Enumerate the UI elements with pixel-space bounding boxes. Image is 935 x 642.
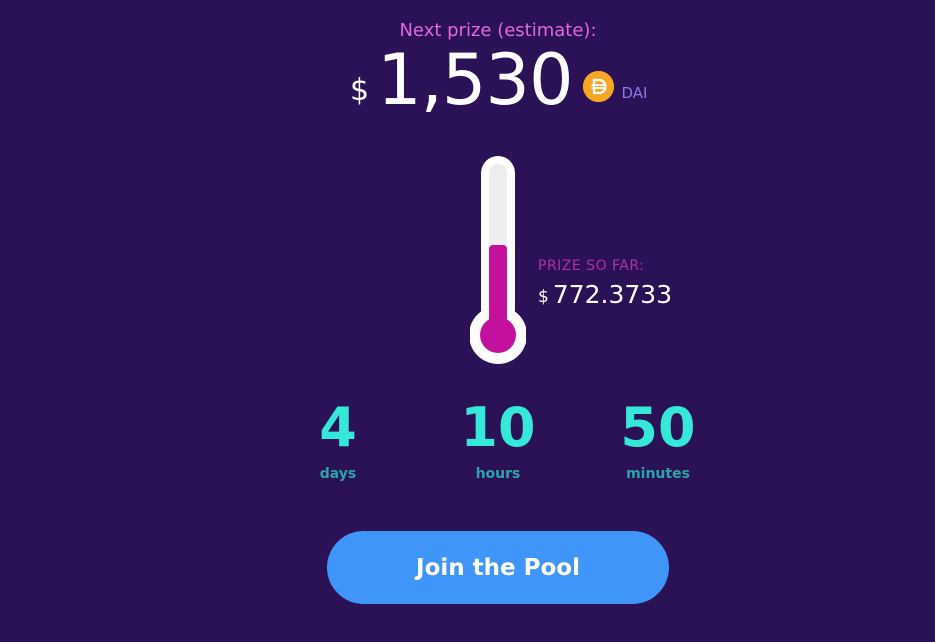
join-pool-button[interactable]: Join the Pool: [327, 531, 669, 604]
prize-so-far-currency: $: [538, 287, 549, 307]
prize-amount: 1,530: [377, 39, 573, 121]
prize-currency-symbol: $: [350, 73, 370, 108]
countdown-days: 4 days: [278, 396, 398, 482]
prize-so-far-row: $ 772.3733: [538, 280, 672, 309]
token-label: DAI: [621, 84, 648, 102]
countdown-days-unit: days: [319, 466, 357, 482]
thermometer-bulb: [480, 317, 516, 353]
countdown-hours-value: 10: [460, 396, 536, 459]
prize-page: Next prize (estimate): $ 1,530 DAI PRIZE…: [0, 0, 935, 642]
countdown-minutes: 50 minutes: [598, 396, 718, 482]
countdown-days-value: 4: [319, 396, 357, 459]
countdown-minutes-unit: minutes: [626, 466, 690, 482]
countdown-hours: 10 hours: [438, 396, 558, 482]
prize-thermometer: [470, 156, 526, 364]
prize-so-far-value: 772.3733: [552, 280, 673, 309]
prize-amount-row: $ 1,530 DAI: [350, 40, 647, 120]
dai-icon: [582, 71, 614, 102]
prize-so-far-label: PRIZE SO FAR:: [538, 258, 645, 274]
countdown-hours-unit: hours: [475, 466, 521, 482]
next-prize-label: Next prize (estimate):: [399, 20, 597, 41]
countdown-minutes-value: 50: [620, 396, 696, 459]
